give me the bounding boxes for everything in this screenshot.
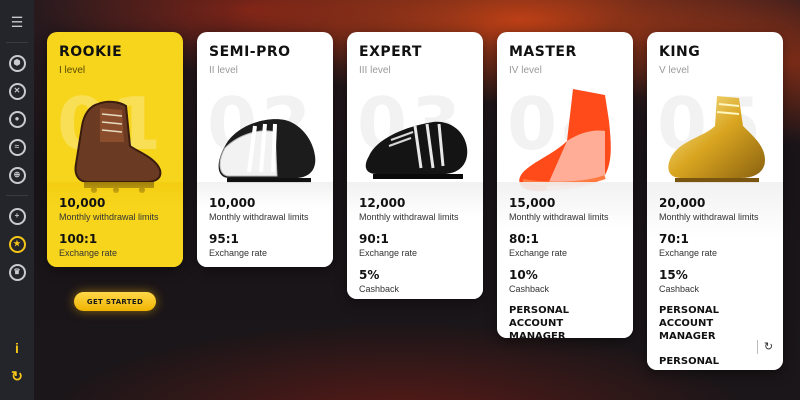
exchange-rate-value: 95:1: [209, 232, 239, 246]
level-title: EXPERT: [359, 44, 422, 60]
cashback-label: Cashback: [509, 284, 550, 294]
withdrawal-limit-value: 12,000: [359, 196, 406, 210]
sidebar-item-soccer[interactable]: ⬢: [6, 52, 28, 74]
cashback-value: 10%: [509, 268, 538, 282]
exchange-rate-label: Exchange rate: [209, 248, 268, 258]
exchange-rate-value: 80:1: [509, 232, 539, 246]
level-stats: 12,000 Monthly withdrawal limits 90:1 Ex…: [347, 182, 483, 299]
sidebar-item-trophy[interactable]: ♛: [6, 261, 28, 283]
cashback-value: 5%: [359, 268, 380, 282]
level-title: MASTER: [509, 44, 577, 60]
withdrawal-limit-value: 10,000: [209, 196, 256, 210]
support-icon[interactable]: ↻: [6, 365, 28, 387]
menu-icon[interactable]: ☰: [6, 11, 28, 33]
perk-personal-promotion: PERSONAL PROMOTION: [659, 356, 728, 370]
refresh-icon[interactable]: ↻: [757, 340, 775, 354]
sidebar-item-basketball[interactable]: ✕: [6, 80, 28, 102]
exchange-rate-value: 90:1: [359, 232, 389, 246]
level-stats: 10,000 Monthly withdrawal limits 100:1 E…: [47, 182, 183, 267]
globe-icon: ⊕: [8, 166, 26, 184]
sidebar-divider: [6, 195, 28, 196]
perk-account-manager: PERSONAL ACCOUNT MANAGER: [659, 305, 720, 342]
trophy-icon: ♛: [8, 263, 26, 281]
crosshair-icon: +: [8, 207, 26, 225]
sidebar-item-globe[interactable]: ⊕: [6, 164, 28, 186]
exchange-rate-label: Exchange rate: [659, 248, 718, 258]
level-title: SEMI-PRO: [209, 44, 291, 60]
level-stats: 10,000 Monthly withdrawal limits 95:1 Ex…: [197, 182, 333, 267]
perk-account-manager: PERSONAL ACCOUNT MANAGER: [509, 305, 570, 338]
level-title: KING: [659, 44, 701, 60]
cashback-label: Cashback: [359, 284, 400, 294]
level-card-rookie[interactable]: 01 ROOKIE I level 10,000 Monthly withdra…: [47, 32, 183, 267]
level-stats: 15,000 Monthly withdrawal limits 80:1 Ex…: [497, 182, 633, 338]
sidebar-item-target[interactable]: +: [6, 205, 28, 227]
withdrawal-limit-label: Monthly withdrawal limits: [359, 212, 459, 222]
withdrawal-limit-value: 15,000: [509, 196, 556, 210]
level-card-semi-pro[interactable]: 02 SEMI-PRO II level 10,000 Monthly with…: [197, 32, 333, 267]
level-card-king[interactable]: 05 KING V level 20,000 Monthly withdrawa…: [647, 32, 783, 370]
info-icon[interactable]: i: [6, 337, 28, 359]
sidebar-item-film[interactable]: ●: [6, 108, 28, 130]
basketball-icon: ✕: [8, 82, 26, 100]
sidebar: ☰ ⬢ ✕ ● ≈ ⊕ + ★ ♛ i ↻: [0, 0, 34, 400]
level-card-master[interactable]: 04 MASTER IV level 15,000 Monthly withdr…: [497, 32, 633, 338]
withdrawal-limit-label: Monthly withdrawal limits: [59, 212, 159, 222]
cashback-value: 15%: [659, 268, 688, 282]
loyalty-star-icon: ★: [8, 235, 26, 253]
withdrawal-limit-label: Monthly withdrawal limits: [209, 212, 309, 222]
level-card-expert[interactable]: 03 EXPERT III level 12,000 Monthly withd…: [347, 32, 483, 299]
film-reel-icon: ●: [8, 110, 26, 128]
withdrawal-limit-label: Monthly withdrawal limits: [659, 212, 759, 222]
withdrawal-limit-value: 20,000: [659, 196, 706, 210]
wifi-icon: ≈: [8, 138, 26, 156]
sidebar-item-live[interactable]: ≈: [6, 136, 28, 158]
sidebar-divider: [6, 42, 28, 43]
exchange-rate-value: 100:1: [59, 232, 98, 246]
exchange-rate-label: Exchange rate: [509, 248, 568, 258]
cashback-label: Cashback: [659, 284, 700, 294]
exchange-rate-label: Exchange rate: [59, 248, 118, 258]
withdrawal-limit-label: Monthly withdrawal limits: [509, 212, 609, 222]
soccer-ball-icon: ⬢: [8, 54, 26, 72]
level-title: ROOKIE: [59, 44, 123, 60]
get-started-button[interactable]: GET STARTED: [74, 292, 156, 311]
exchange-rate-label: Exchange rate: [359, 248, 418, 258]
sidebar-item-loyalty[interactable]: ★: [6, 233, 28, 255]
withdrawal-limit-value: 10,000: [59, 196, 106, 210]
exchange-rate-value: 70:1: [659, 232, 689, 246]
